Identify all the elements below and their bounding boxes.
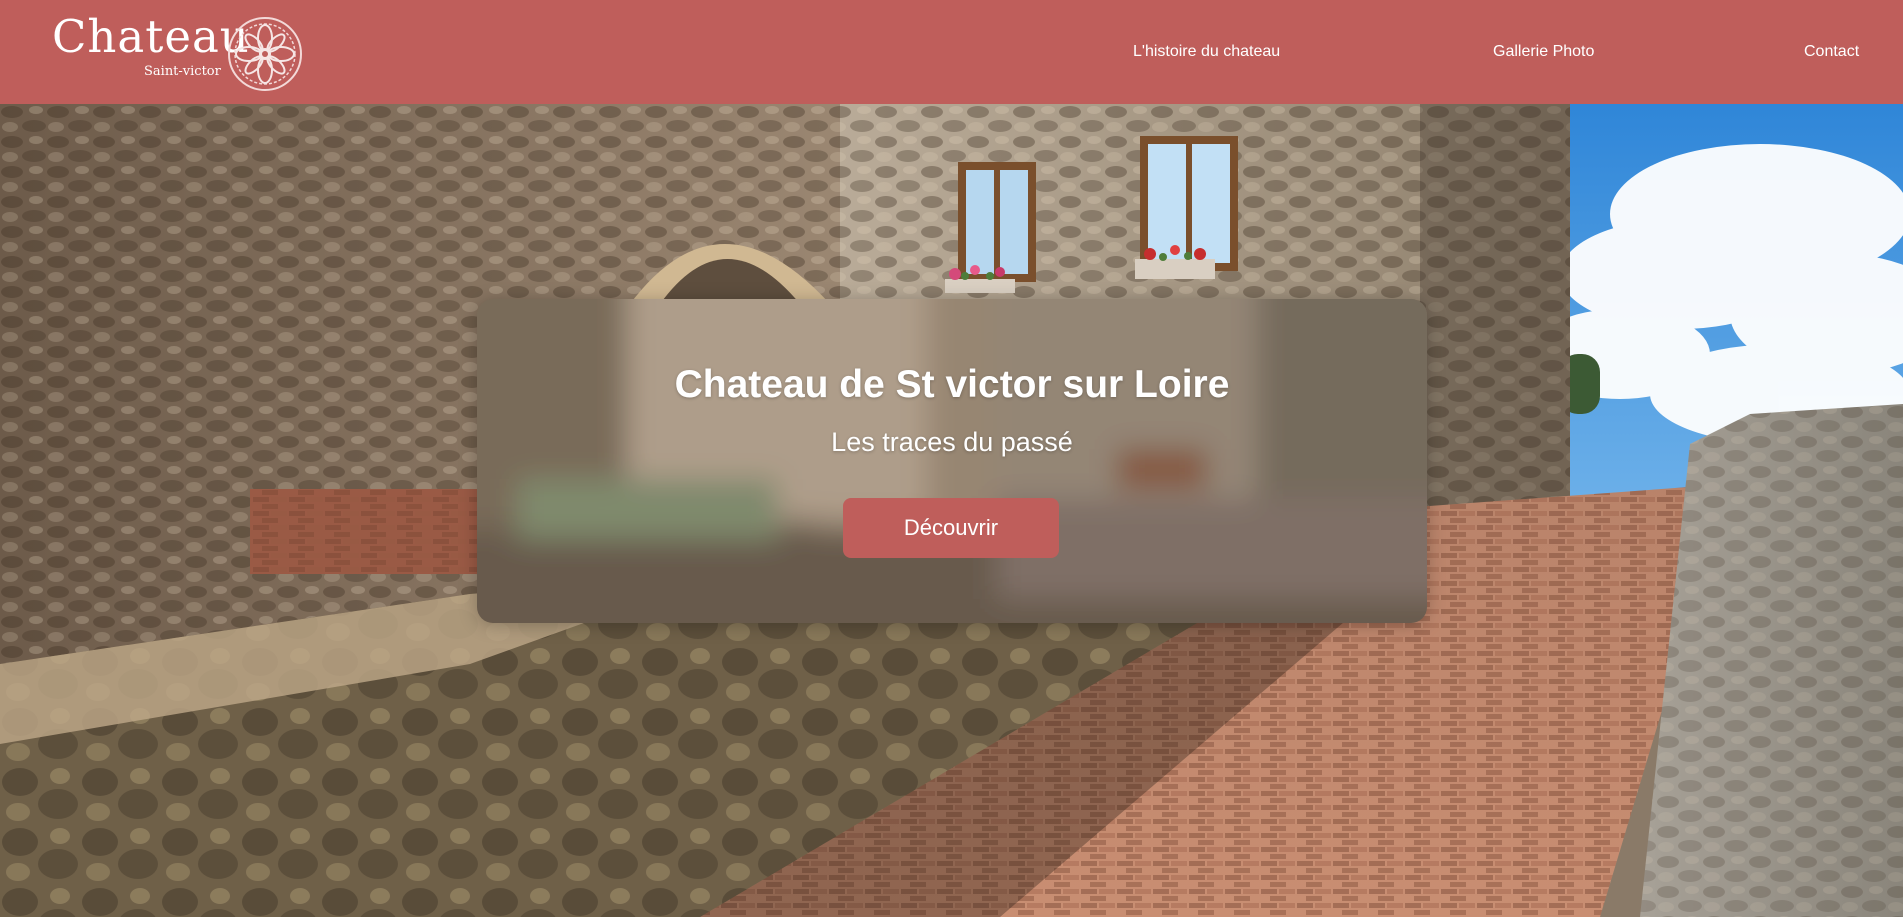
logo-subtitle: Saint-victor	[144, 64, 221, 79]
logo-wordmark: Chateau	[52, 10, 250, 63]
hero-title: Chateau de St victor sur Loire	[674, 363, 1230, 406]
nav-link-histoire[interactable]: L'histoire du chateau	[1133, 0, 1280, 104]
hero-subtitle: Les traces du passé	[831, 427, 1073, 457]
nav-link-gallerie-photo[interactable]: Gallerie Photo	[1493, 0, 1594, 104]
rosette-emblem-icon	[228, 17, 302, 91]
discover-button[interactable]: Découvrir	[843, 498, 1059, 558]
nav-link-contact[interactable]: Contact	[1804, 0, 1859, 104]
logo-link[interactable]: Chateau Saint-victor	[52, 10, 312, 96]
hero-card: Chateau de St victor sur Loire Les trace…	[477, 299, 1427, 623]
page: Chateau Saint-victor L'histoire du chate…	[0, 0, 1903, 917]
site-header: Chateau Saint-victor L'histoire du chate…	[0, 0, 1903, 104]
card-blur-backdrop	[477, 299, 1427, 623]
